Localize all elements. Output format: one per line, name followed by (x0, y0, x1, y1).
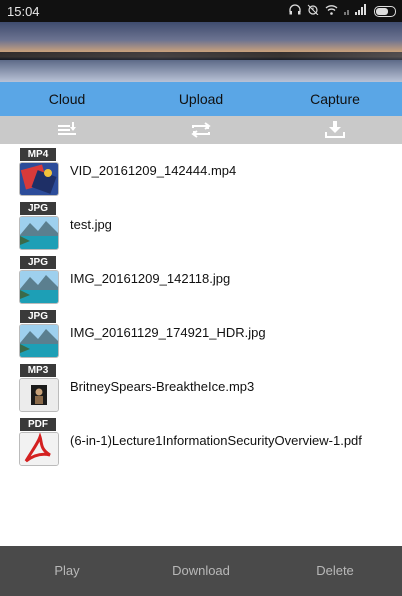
status-time: 15:04 (7, 4, 40, 19)
pdf-file-icon: PDF (16, 418, 60, 466)
file-thumbnail (19, 324, 59, 358)
file-name: VID_20161209_142444.mp4 (70, 163, 237, 178)
alarm-icon (307, 4, 319, 18)
status-icons (289, 4, 396, 18)
status-bar: 15:04 (0, 0, 402, 22)
banner-hills (0, 52, 402, 60)
file-type-badge: JPG (20, 256, 56, 269)
tab-cloud[interactable]: Cloud (0, 82, 134, 116)
list-item[interactable]: JPG test.jpg (0, 198, 402, 252)
signal-icon (344, 4, 368, 18)
image-file-icon: JPG (16, 310, 60, 358)
file-thumbnail (19, 432, 59, 466)
list-item[interactable]: MP4 VID_20161209_142444.mp4 (0, 144, 402, 198)
file-name: IMG_20161129_174921_HDR.jpg (70, 325, 266, 340)
file-type-badge: JPG (20, 310, 56, 323)
header-banner-image (0, 22, 402, 82)
sort-list-icon[interactable] (0, 116, 134, 144)
image-file-icon: JPG (16, 256, 60, 304)
file-thumbnail (19, 162, 59, 196)
bottom-action-bar: Play Download Delete (0, 546, 402, 596)
toolbar (0, 116, 402, 144)
image-file-icon: JPG (16, 202, 60, 250)
file-type-badge: PDF (20, 418, 56, 431)
file-name: IMG_20161209_142118.jpg (70, 271, 231, 286)
file-type-badge: MP4 (20, 148, 56, 161)
delete-button[interactable]: Delete (268, 546, 402, 596)
file-type-badge: MP3 (20, 364, 56, 377)
banner-ice (0, 60, 402, 82)
file-thumbnail (19, 270, 59, 304)
repeat-icon[interactable] (134, 116, 268, 144)
list-item[interactable]: MP3 BritneySpears-BreaktheIce.mp3 (0, 360, 402, 414)
download-button[interactable]: Download (134, 546, 268, 596)
headphones-icon (289, 4, 301, 18)
list-item[interactable]: PDF (6-in-1)Lecture1InformationSecurityO… (0, 414, 402, 468)
file-type-badge: JPG (20, 202, 56, 215)
battery-icon (374, 5, 396, 17)
download-icon[interactable] (268, 116, 402, 144)
wifi-icon (325, 4, 338, 18)
file-name: (6-in-1)Lecture1InformationSecurityOverv… (70, 433, 362, 448)
list-item[interactable]: JPG IMG_20161209_142118.jpg (0, 252, 402, 306)
file-thumbnail (19, 378, 59, 412)
file-name: test.jpg (70, 217, 112, 232)
file-thumbnail (19, 216, 59, 250)
file-list: MP4 VID_20161209_142444.mp4 JPG test.jpg… (0, 144, 402, 468)
video-file-icon: MP4 (16, 148, 60, 196)
tab-capture[interactable]: Capture (268, 82, 402, 116)
list-item[interactable]: JPG IMG_20161129_174921_HDR.jpg (0, 306, 402, 360)
tab-upload[interactable]: Upload (134, 82, 268, 116)
play-button[interactable]: Play (0, 546, 134, 596)
tab-bar: Cloud Upload Capture (0, 82, 402, 116)
audio-file-icon: MP3 (16, 364, 60, 412)
file-name: BritneySpears-BreaktheIce.mp3 (70, 379, 255, 394)
